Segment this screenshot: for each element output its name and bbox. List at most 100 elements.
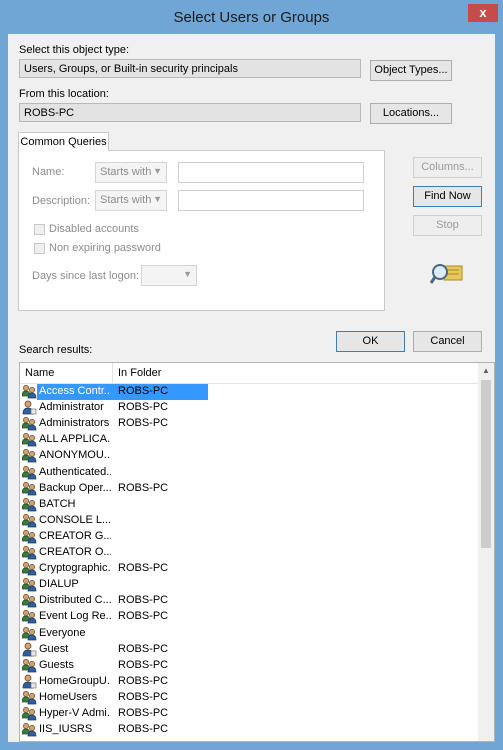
row-folder: ROBS-PC <box>118 417 169 430</box>
disabled-accounts-label: Disabled accounts <box>49 223 139 235</box>
user-icon <box>22 674 37 689</box>
group-icon <box>21 561 37 576</box>
days-since-logon-label: Days since last logon: <box>32 270 139 282</box>
row-name: ANONYMOU... <box>39 449 111 462</box>
user-icon <box>22 400 37 415</box>
description-input[interactable] <box>178 190 364 211</box>
name-label: Name: <box>32 166 65 178</box>
row-folder: ROBS-PC <box>118 690 169 703</box>
table-row[interactable]: Administrators ROBS-PC <box>20 416 480 432</box>
dialog-frame: Select Users or Groups x Select this obj… <box>0 0 503 750</box>
disabled-accounts-checkbox[interactable] <box>34 224 45 235</box>
table-row[interactable]: HomeGroupU... ROBS-PC <box>20 674 480 690</box>
table-row[interactable]: Guests ROBS-PC <box>20 658 480 674</box>
row-name: Cryptographic... <box>39 562 111 575</box>
group-icon <box>21 593 37 608</box>
table-row[interactable]: Hyper-V Admi... ROBS-PC <box>20 706 480 722</box>
row-folder: ROBS-PC <box>118 401 169 414</box>
object-type-label: Select this object type: <box>19 44 130 56</box>
object-type-field: Users, Groups, or Built-in security prin… <box>19 59 361 78</box>
row-name: CREATOR G... <box>39 529 111 542</box>
title-bar[interactable]: Select Users or Groups x <box>0 0 503 34</box>
group-icon <box>21 481 37 496</box>
row-name: Everyone <box>39 626 86 639</box>
locations-button[interactable]: Locations... <box>370 103 452 124</box>
vertical-scrollbar[interactable]: ▲ <box>478 363 494 741</box>
table-row[interactable]: IIS_IUSRS ROBS-PC <box>20 722 480 738</box>
group-icon <box>21 513 37 528</box>
column-separator[interactable] <box>112 363 113 383</box>
dialog-body: Select this object type: Users, Groups, … <box>8 34 495 742</box>
row-name: Event Log Re... <box>39 610 111 623</box>
table-row[interactable]: Access Contr... ROBS-PC <box>20 384 480 400</box>
row-name: Hyper-V Admi... <box>39 707 111 719</box>
table-row[interactable]: Distributed C... ROBS-PC <box>20 593 480 609</box>
find-now-button[interactable]: Find Now <box>413 186 482 207</box>
table-row[interactable]: CREATOR G... <box>20 529 480 545</box>
columns-button[interactable]: Columns... <box>413 157 482 178</box>
table-row[interactable]: ALL APPLICA... <box>20 432 480 448</box>
common-queries-panel: Name: Starts with ▼ Description: Starts … <box>18 150 385 311</box>
table-row[interactable]: BATCH <box>20 497 480 513</box>
row-name: HomeUsers <box>39 690 98 703</box>
cancel-button[interactable]: Cancel <box>413 331 482 352</box>
search-results-list[interactable]: Name In Folder Access Contr... ROBS-PC Adm… <box>19 362 495 742</box>
row-name: Guests <box>39 658 74 671</box>
row-folder: ROBS-PC <box>118 658 169 671</box>
name-match-select[interactable]: Starts with ▼ <box>95 162 167 183</box>
table-row[interactable]: Event Log Re... ROBS-PC <box>20 609 480 625</box>
description-match-select[interactable]: Starts with ▼ <box>95 190 167 211</box>
search-results-label: Search results: <box>19 344 93 356</box>
row-folder: ROBS-PC <box>118 642 169 655</box>
chevron-down-icon: ▼ <box>153 194 162 204</box>
row-name: Administrators <box>39 417 110 430</box>
row-folder: ROBS-PC <box>118 723 169 736</box>
group-icon <box>21 497 37 512</box>
row-folder: ROBS-PC <box>118 610 169 623</box>
name-match-value: Starts with <box>100 166 152 178</box>
stop-button[interactable]: Stop <box>413 215 482 236</box>
row-folder: ROBS-PC <box>118 562 169 575</box>
ok-button[interactable]: OK <box>336 331 405 352</box>
group-icon <box>21 609 37 624</box>
row-name: CREATOR O... <box>39 546 111 558</box>
column-header-folder[interactable]: In Folder <box>118 367 161 379</box>
row-name: Authenticated... <box>39 465 111 478</box>
group-icon <box>21 706 37 721</box>
table-row[interactable]: ANONYMOU... <box>20 448 480 464</box>
table-row[interactable]: Guest ROBS-PC <box>20 642 480 658</box>
row-name: Backup Oper... <box>39 481 111 494</box>
table-row[interactable]: DIALUP <box>20 577 480 593</box>
table-row[interactable]: Authenticated... <box>20 465 480 481</box>
non-expiring-password-checkbox[interactable] <box>34 243 45 254</box>
close-button[interactable]: x <box>468 4 498 22</box>
days-since-logon-select[interactable]: ▼ <box>141 265 197 286</box>
table-row[interactable]: Cryptographic... ROBS-PC <box>20 561 480 577</box>
scrollbar-thumb[interactable] <box>481 380 491 548</box>
table-row[interactable]: CREATOR O... <box>20 545 480 561</box>
table-row[interactable]: Everyone <box>20 626 480 642</box>
row-name: Access Contr... <box>39 385 111 397</box>
tab-common-queries[interactable]: Common Queries <box>18 132 109 151</box>
row-folder: ROBS-PC <box>118 385 169 397</box>
row-name: ALL APPLICA... <box>39 433 111 446</box>
table-row[interactable]: Administrator ROBS-PC <box>20 400 480 416</box>
table-row[interactable]: Backup Oper... ROBS-PC <box>20 481 480 497</box>
column-header-name[interactable]: Name <box>25 367 54 379</box>
scroll-up-icon[interactable]: ▲ <box>478 363 494 379</box>
row-name: Guest <box>39 642 69 655</box>
description-match-value: Starts with <box>100 194 152 206</box>
search-icon <box>430 264 463 284</box>
object-types-button[interactable]: Object Types... <box>370 60 452 81</box>
name-input[interactable] <box>178 162 364 183</box>
row-folder: ROBS-PC <box>118 594 169 607</box>
table-row[interactable]: CONSOLE L... <box>20 513 480 529</box>
group-icon <box>21 545 37 560</box>
table-row[interactable]: HomeUsers ROBS-PC <box>20 690 480 706</box>
group-icon <box>21 658 37 673</box>
chevron-down-icon: ▼ <box>153 166 162 176</box>
group-icon <box>21 432 37 447</box>
row-name: Administrator <box>39 401 104 414</box>
location-label: From this location: <box>19 88 109 100</box>
non-expiring-password-label: Non expiring password <box>49 242 161 254</box>
